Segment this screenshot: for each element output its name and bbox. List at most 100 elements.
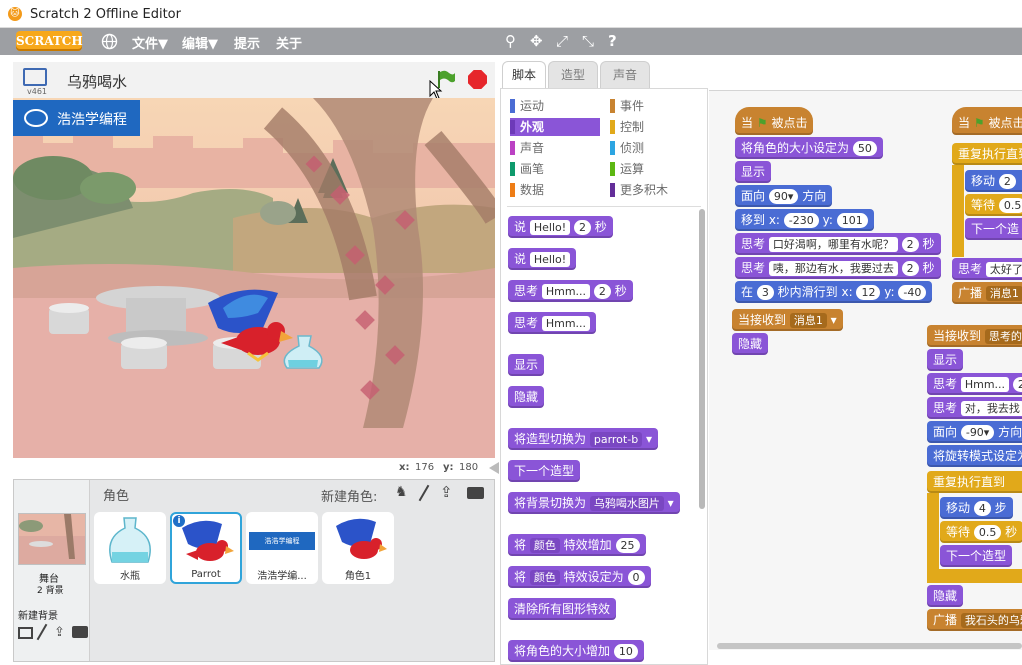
block-palette: 运动 事件 外观 控制 声音 侦测 画笔 运算 数据 更多积木 说 Hello!…: [500, 88, 708, 665]
info-icon[interactable]: i: [173, 515, 185, 527]
sprite-role1[interactable]: 角色1: [322, 512, 394, 584]
camera-sprite-icon[interactable]: [467, 487, 484, 499]
sprite-name: 角色1: [344, 571, 372, 582]
block-switch-backdrop[interactable]: 将背景切换为 乌鸦喝水图片 ▾: [508, 492, 680, 514]
block-switch-costume[interactable]: 将造型切换为 parrot-b ▾: [508, 428, 659, 450]
category-data[interactable]: 数据: [510, 181, 544, 199]
upload-backdrop-icon[interactable]: ⇪: [54, 625, 65, 640]
block-show[interactable]: 显示: [508, 354, 545, 376]
tab-scripts[interactable]: 脚本: [502, 61, 546, 89]
block-set-size[interactable]: 将角色的大小设定为 50: [735, 137, 883, 159]
fullscreen-icon[interactable]: [23, 68, 47, 86]
window-title: Scratch 2 Offline Editor: [30, 7, 181, 22]
block-wait[interactable]: 等待 0.5: [965, 194, 1022, 216]
category-motion[interactable]: 运动: [510, 97, 544, 115]
block-show[interactable]: 显示: [735, 161, 772, 183]
block-move[interactable]: 移动 2: [965, 170, 1022, 192]
banner-thumb: 浩浩学编程: [249, 532, 315, 550]
block-think[interactable]: 思考 太好了: [952, 258, 1022, 280]
category-looks[interactable]: 外观: [510, 118, 600, 136]
duplicate-icon[interactable]: ⚲: [505, 32, 516, 50]
camera-backdrop-icon[interactable]: [72, 626, 88, 638]
editor-tabs: 脚本 造型 声音: [500, 60, 1020, 90]
block-say[interactable]: 说 Hello!: [508, 248, 577, 270]
block-say-secs[interactable]: 说 Hello! 2 秒: [508, 216, 613, 238]
block-next-costume[interactable]: 下一个造型: [508, 460, 581, 482]
block-set-rotation-style[interactable]: 将旋转模式设定为: [927, 445, 1022, 467]
paint-backdrop-icon[interactable]: [18, 627, 33, 639]
block-hide[interactable]: 隐藏: [927, 585, 964, 607]
block-glide[interactable]: 在 3 秒内滑行到 x: 12 y: -40: [735, 281, 933, 303]
block-point-direction[interactable]: 面向 90▾ 方向: [735, 185, 833, 207]
x-value: 176: [415, 462, 435, 473]
category-control[interactable]: 控制: [610, 118, 644, 136]
sprites-header: 角色: [103, 489, 130, 504]
stage-thumbnail[interactable]: [18, 513, 86, 565]
block-repeat-until[interactable]: 重复执行直到: [952, 143, 1022, 165]
collapse-arrow-icon[interactable]: [489, 462, 499, 474]
scripts-scrollbar[interactable]: [717, 643, 1022, 649]
block-set-effect[interactable]: 将 颜色 特效设定为 0: [508, 566, 651, 588]
menu-about[interactable]: 关于: [276, 33, 302, 52]
category-sound[interactable]: 声音: [510, 139, 544, 157]
block-hide[interactable]: 隐藏: [508, 386, 545, 408]
category-operators[interactable]: 运算: [610, 160, 644, 178]
project-title[interactable]: 乌鸦喝水: [67, 71, 127, 92]
block-broadcast[interactable]: 广播 我石头的乌鸦: [927, 609, 1022, 631]
block-wait[interactable]: 等待 0.5 秒: [940, 521, 1022, 543]
sprite-banner[interactable]: 浩浩学编程 浩浩学编...: [246, 512, 318, 584]
scratch-logo[interactable]: SCRATCH: [16, 31, 83, 51]
sprite-library-icon[interactable]: ♞: [395, 484, 408, 500]
banner-sprite: 浩浩学编程: [13, 100, 140, 136]
menu-edit[interactable]: 编辑▼: [182, 33, 218, 52]
category-events[interactable]: 事件: [610, 97, 644, 115]
block-move[interactable]: 移动 4 步: [940, 497, 1013, 519]
block-next-costume[interactable]: 下一个造型: [940, 545, 1013, 567]
menu-file[interactable]: 文件▼: [132, 33, 168, 52]
shrink-icon[interactable]: ⤡: [582, 32, 594, 50]
paint-sprite-icon[interactable]: [418, 484, 430, 502]
upload-sprite-icon[interactable]: ⇪: [440, 483, 453, 501]
block-clear-effects[interactable]: 清除所有图形特效: [508, 598, 617, 620]
block-think[interactable]: 思考 Hmm...: [508, 312, 597, 334]
block-repeat-until[interactable]: 重复执行直到: [927, 471, 1022, 493]
scripts-area[interactable]: 当 ⚑ 被点击 将角色的大小设定为 50 显示 面向 90▾ 方向 移到 x: …: [709, 90, 1022, 650]
cut-icon[interactable]: ✥: [530, 32, 543, 50]
sprite-parrot[interactable]: i Parrot: [170, 512, 242, 584]
category-more-blocks[interactable]: 更多积木: [610, 181, 668, 199]
sprite-water-bottle[interactable]: 水瓶: [94, 512, 166, 584]
palette-scrollbar[interactable]: [699, 209, 705, 509]
block-when-receive[interactable]: 当接收到 消息1 ▾: [732, 309, 843, 331]
block-think-secs[interactable]: 思考 对，我去找: [927, 397, 1022, 419]
stage-backdrop: [13, 98, 495, 458]
stop-icon[interactable]: [468, 70, 487, 89]
tab-costumes[interactable]: 造型: [548, 61, 598, 89]
help-icon[interactable]: ?: [608, 32, 617, 50]
globe-icon[interactable]: [101, 33, 118, 50]
block-hide[interactable]: 隐藏: [732, 333, 769, 355]
category-sensing[interactable]: 侦测: [610, 139, 644, 157]
block-when-flag-clicked[interactable]: 当 ⚑ 被点击: [952, 107, 1022, 135]
sprite-pane: 舞台 2 背景 新建背景 ⇪ 角色 新建角色: ♞ ⇪ 水瓶 i Parrot …: [13, 479, 495, 662]
block-go-to-xy[interactable]: 移到 x: -230 y: 101: [735, 209, 874, 231]
block-think-secs[interactable]: 思考 口好渴啊，哪里有水呢？ 2 秒: [735, 233, 941, 255]
block-change-effect[interactable]: 将 颜色 特效增加 25: [508, 534, 646, 556]
stage[interactable]: 浩浩学编程: [13, 98, 495, 458]
block-point-direction[interactable]: 面向 -90▾ 方向: [927, 421, 1022, 443]
block-change-size[interactable]: 将角色的大小增加 10: [508, 640, 644, 662]
stage-header: v461 乌鸦喝水: [13, 62, 495, 100]
block-when-receive[interactable]: 当接收到 思考的: [927, 325, 1022, 347]
menu-tips[interactable]: 提示: [234, 33, 260, 52]
tab-sounds[interactable]: 声音: [600, 61, 650, 89]
category-pen[interactable]: 画笔: [510, 160, 544, 178]
sprite-name: 水瓶: [120, 571, 140, 582]
block-next-costume[interactable]: 下一个造: [965, 218, 1022, 240]
block-think-secs[interactable]: 思考 咦，那边有水，我要过去 2 秒: [735, 257, 941, 279]
block-when-flag-clicked[interactable]: 当 ⚑ 被点击: [735, 107, 814, 135]
mouse-cursor-icon: [429, 80, 443, 100]
block-think-secs[interactable]: 思考 Hmm... 2: [927, 373, 1022, 395]
grow-icon[interactable]: ⤢: [556, 32, 568, 50]
block-show[interactable]: 显示: [927, 349, 964, 371]
block-think-secs[interactable]: 思考 Hmm... 2 秒: [508, 280, 633, 302]
block-broadcast[interactable]: 广播 消息1: [952, 282, 1022, 304]
